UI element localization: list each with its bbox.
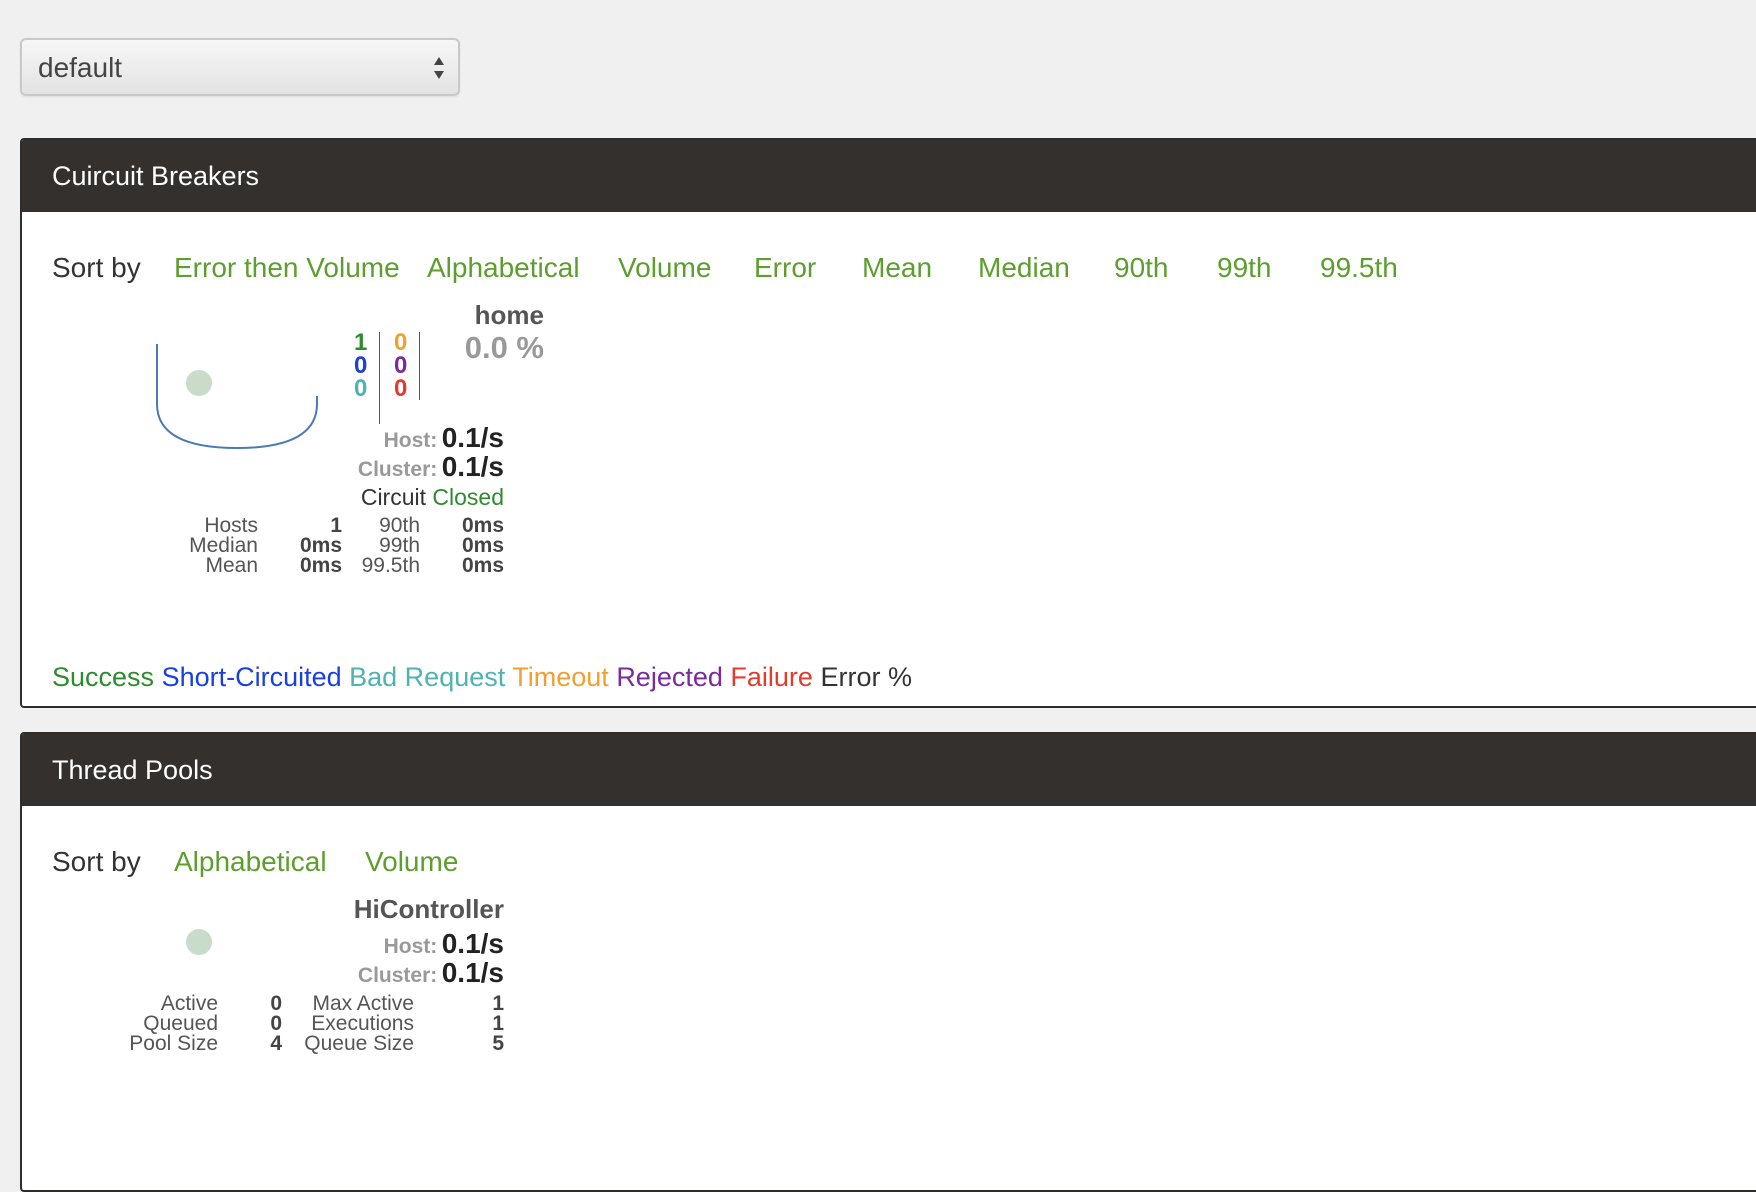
- tp-sort-alphabetical[interactable]: Alphabetical: [174, 846, 327, 878]
- circuit-sparkline: [156, 344, 318, 450]
- error-percentage: 0.0 %: [464, 330, 544, 365]
- stat-99-5th-value: 0ms: [461, 554, 504, 577]
- stat-99-5th-label: 99.5th: [361, 554, 420, 577]
- sort-99th[interactable]: 99th: [1217, 252, 1272, 284]
- tp-cluster-rate-value: 0.1/s: [441, 957, 504, 988]
- sort-median[interactable]: Median: [978, 252, 1070, 284]
- tp-sort-label: Sort by: [52, 846, 141, 877]
- legend-error-pct: Error %: [820, 662, 912, 692]
- dashboard-select[interactable]: default: [20, 38, 460, 96]
- health-bubble: [186, 370, 212, 396]
- stat-pool-size-value: 4: [270, 1032, 282, 1055]
- cluster-rate-value: 0.1/s: [441, 451, 504, 482]
- tp-host-rate-value: 0.1/s: [441, 928, 504, 959]
- tp-sort-volume[interactable]: Volume: [365, 846, 458, 878]
- thread-pool-health-bubble: [186, 929, 212, 955]
- stat-pool-size-label: Pool Size: [129, 1032, 218, 1055]
- legend-bad-request: Bad Request: [349, 662, 506, 692]
- sort-error[interactable]: Error: [754, 252, 816, 284]
- sort-mean[interactable]: Mean: [862, 252, 932, 284]
- tp-host-rate: Host: 0.1/s: [322, 928, 504, 960]
- legend-short-circuited: Short-Circuited: [161, 662, 342, 692]
- sort-volume[interactable]: Volume: [618, 252, 711, 284]
- thread-pools-title: Thread Pools: [22, 734, 1756, 806]
- host-rate-label: Host:: [383, 429, 438, 452]
- thread-pools-panel: Thread Pools Sort by Alphabetical Volume…: [20, 732, 1756, 1192]
- circuit-name: home: [474, 300, 544, 330]
- legend-timeout: Timeout: [512, 662, 609, 692]
- stat-mean-label: Mean: [205, 554, 258, 577]
- count-divider-2: [419, 332, 420, 400]
- tp-host-rate-label: Host:: [383, 935, 438, 958]
- cb-sort-label: Sort by: [52, 252, 141, 283]
- circuit-status-label: Circuit: [360, 484, 426, 510]
- legend-success: Success: [52, 662, 155, 692]
- stat-queue-size-label: Queue Size: [304, 1032, 414, 1055]
- thread-pool-name: HiController: [353, 894, 504, 924]
- tp-cluster-rate: Cluster: 0.1/s: [322, 957, 504, 989]
- sort-90th[interactable]: 90th: [1114, 252, 1169, 284]
- count-failure: 0: [394, 375, 408, 402]
- circuit-breakers-title: Cuircuit Breakers: [22, 140, 1756, 212]
- stat-queue-size-value: 5: [492, 1032, 504, 1055]
- count-divider-1: [379, 332, 380, 424]
- cluster-rate: Cluster: 0.1/s: [322, 451, 504, 483]
- circuit-status: Circuit Closed: [322, 484, 504, 511]
- stat-mean-value: 0ms: [299, 554, 342, 577]
- host-rate: Host: 0.1/s: [322, 422, 504, 454]
- sort-alphabetical[interactable]: Alphabetical: [427, 252, 580, 284]
- host-rate-value: 0.1/s: [441, 422, 504, 453]
- select-arrows-icon: [434, 57, 444, 79]
- tp-cluster-rate-label: Cluster:: [357, 964, 438, 987]
- select-value: default: [38, 52, 123, 83]
- legend-failure: Failure: [730, 662, 813, 692]
- cluster-rate-label: Cluster:: [357, 458, 438, 481]
- circuit-status-value: Closed: [432, 484, 504, 510]
- count-bad-request: 0: [354, 375, 368, 402]
- status-legend: Success Short-Circuited Bad Request Time…: [52, 662, 912, 693]
- sort-99-5th[interactable]: 99.5th: [1320, 252, 1398, 284]
- circuit-breakers-panel: Cuircuit Breakers Sort by Error then Vol…: [20, 138, 1756, 708]
- sort-error-then-volume[interactable]: Error then Volume: [174, 252, 400, 284]
- legend-rejected: Rejected: [616, 662, 723, 692]
